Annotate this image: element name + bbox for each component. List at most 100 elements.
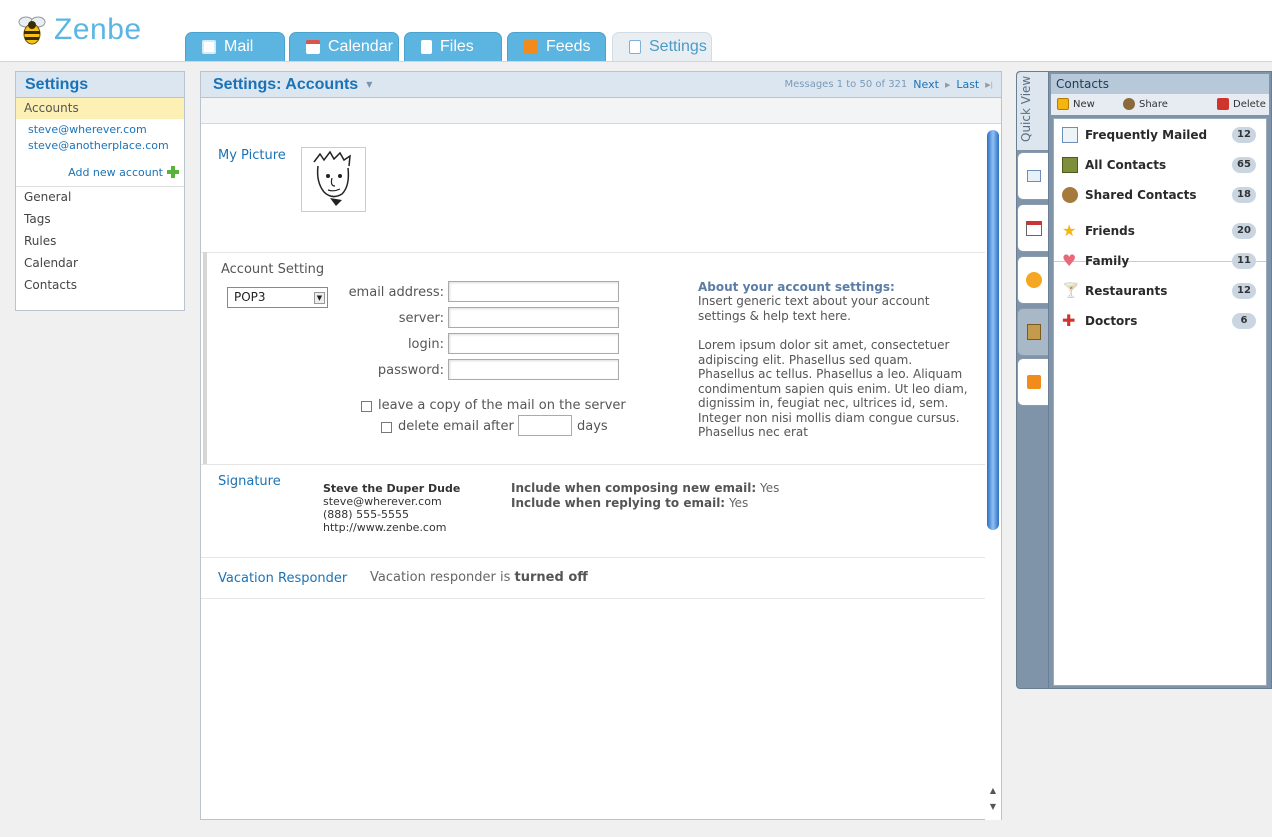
signature-url: http://www.zenbe.com (323, 521, 447, 534)
vacation-status[interactable]: Vacation responder is turned off (370, 570, 588, 585)
logo[interactable]: Zenbe (16, 12, 142, 48)
tab-files-label: Files (440, 38, 474, 55)
people-icon (1062, 187, 1078, 203)
delete-days-input[interactable] (518, 415, 572, 436)
star-badge-icon (1025, 272, 1042, 288)
about-settings-body: Lorem ipsum dolor sit amet, consectetuer… (698, 338, 968, 439)
section-divider (201, 598, 985, 599)
calendar-icon (1025, 220, 1042, 236)
vacation-status-text: Vacation responder is (370, 570, 511, 585)
password-label: password: (377, 363, 444, 378)
contacts-list: Frequently Mailed 12 All Contacts 65 Sha… (1053, 118, 1267, 686)
email-address-input[interactable] (448, 281, 619, 302)
contact-tag-family[interactable]: ♥ Family 11 (1054, 246, 1266, 276)
pager-summary: Messages 1 to 50 of 321 (784, 79, 908, 90)
contact-tag-restaurants[interactable]: 🍸 Restaurants 12 (1054, 276, 1266, 306)
martini-icon: 🍸 (1062, 283, 1080, 299)
envelope-icon (1062, 127, 1078, 143)
days-label: days (577, 419, 608, 434)
scroll-down-icon[interactable]: ▼ (988, 802, 998, 811)
add-account-button[interactable]: Add new account (16, 164, 184, 180)
server-input[interactable] (448, 307, 619, 328)
contact-tag-label: Friends (1085, 224, 1135, 238)
red-cross-icon: ✚ (1062, 311, 1076, 330)
delete-after-checkbox[interactable] (381, 422, 392, 433)
sidebar-item-rules[interactable]: Rules (16, 231, 184, 253)
quick-view-tab[interactable]: Quick View (1017, 72, 1050, 150)
delete-contact-button[interactable]: Delete (1217, 98, 1266, 110)
avatar-caricature-icon (313, 150, 351, 206)
contact-tag-label: Doctors (1085, 314, 1138, 328)
account-link[interactable]: steve@anotherplace.com (16, 138, 184, 154)
pager-last-link[interactable]: Last (956, 78, 979, 91)
strip-tab-calendar[interactable] (1017, 204, 1050, 252)
signature-options: Include when composing new email: Yes In… (511, 481, 779, 510)
tab-mail-label: Mail (224, 38, 254, 55)
sidebar-item-tags[interactable]: Tags (16, 209, 184, 231)
sidebar-item-general[interactable]: General (16, 187, 184, 209)
account-link[interactable]: steve@wherever.com (16, 122, 184, 138)
plus-icon (167, 166, 179, 178)
strip-tab-mail[interactable] (1017, 152, 1050, 200)
tab-calendar[interactable]: Calendar (289, 32, 399, 61)
new-contact-button[interactable]: New (1057, 98, 1095, 110)
protocol-select-value: POP3 (234, 290, 266, 304)
leave-copy-label: leave a copy of the mail on the server (378, 398, 626, 413)
contact-count-badge: 65 (1232, 157, 1256, 173)
server-label: server: (398, 311, 444, 326)
about-settings-title: About your account settings: (698, 280, 895, 294)
star-icon: ★ (1062, 221, 1077, 240)
delete-contact-label: Delete (1233, 98, 1266, 110)
settings-sidebar: Settings Accounts steve@wherever.com ste… (15, 71, 185, 311)
chevron-down-icon[interactable]: ▼ (366, 80, 372, 89)
contacts-title: Contacts (1051, 74, 1269, 94)
leave-copy-checkbox[interactable] (361, 401, 372, 412)
strip-tab-favorites[interactable] (1017, 256, 1050, 304)
avatar[interactable] (301, 147, 366, 212)
tab-settings[interactable]: Settings (612, 32, 712, 61)
password-input[interactable] (448, 359, 619, 380)
strip-tab-feeds[interactable] (1017, 358, 1050, 406)
my-picture-label: My Picture (218, 148, 286, 163)
contact-count-badge: 12 (1232, 127, 1256, 143)
bee-icon (18, 16, 46, 45)
main-scrollbar[interactable]: ▲ ▼ (985, 128, 1001, 820)
reply-option-value[interactable]: Yes (729, 496, 748, 510)
account-setting-section: Account Setting POP3 ▼ email address: se… (203, 252, 985, 464)
compose-option-value[interactable]: Yes (760, 481, 779, 495)
tab-mail[interactable]: Mail (185, 32, 285, 61)
strip-tab-contacts[interactable] (1017, 308, 1050, 356)
contacts-toolbar: New Share Delete (1051, 94, 1269, 115)
contact-group-frequently-mailed[interactable]: Frequently Mailed 12 (1054, 120, 1266, 150)
pager-next-link[interactable]: Next (913, 78, 939, 91)
address-book-icon (1062, 157, 1078, 173)
logo-text: Zenbe (54, 13, 142, 46)
new-contact-label: New (1073, 98, 1095, 110)
main-toolbar (201, 98, 1001, 124)
contact-group-shared-contacts[interactable]: Shared Contacts 18 (1054, 180, 1266, 210)
contact-group-all-contacts[interactable]: All Contacts 65 (1054, 150, 1266, 180)
sidebar-item-accounts[interactable]: Accounts (16, 98, 184, 119)
compose-option-label: Include when composing new email: (511, 481, 757, 495)
signature-email: steve@wherever.com (323, 495, 442, 508)
settings-content: My Picture Account Setting POP3 ▼ email … (201, 132, 985, 820)
contact-count-badge: 12 (1232, 283, 1256, 299)
contact-tag-friends[interactable]: ★ Friends 20 (1054, 216, 1266, 246)
scroll-up-icon[interactable]: ▲ (988, 786, 998, 795)
quick-view-label: Quick View (1019, 75, 1033, 142)
tab-feeds[interactable]: Feeds (507, 32, 606, 61)
contact-tag-label: Restaurants (1085, 284, 1168, 298)
scrollbar-thumb[interactable] (987, 130, 999, 530)
sidebar-item-calendar[interactable]: Calendar (16, 253, 184, 275)
contact-count-badge: 6 (1232, 313, 1256, 329)
share-contacts-button[interactable]: Share (1123, 98, 1168, 110)
calendar-icon (306, 40, 320, 54)
tab-files[interactable]: Files (404, 32, 502, 61)
sidebar-item-contacts[interactable]: Contacts (16, 275, 184, 297)
main-header: Settings: Accounts ▼ Messages 1 to 50 of… (201, 72, 1001, 98)
contact-tag-doctors[interactable]: ✚ Doctors 6 (1054, 306, 1266, 336)
login-label: login: (407, 337, 444, 352)
login-input[interactable] (448, 333, 619, 354)
plus-icon (1057, 98, 1069, 110)
signature-preview[interactable]: Steve the Duper Dude steve@wherever.com … (323, 482, 460, 534)
